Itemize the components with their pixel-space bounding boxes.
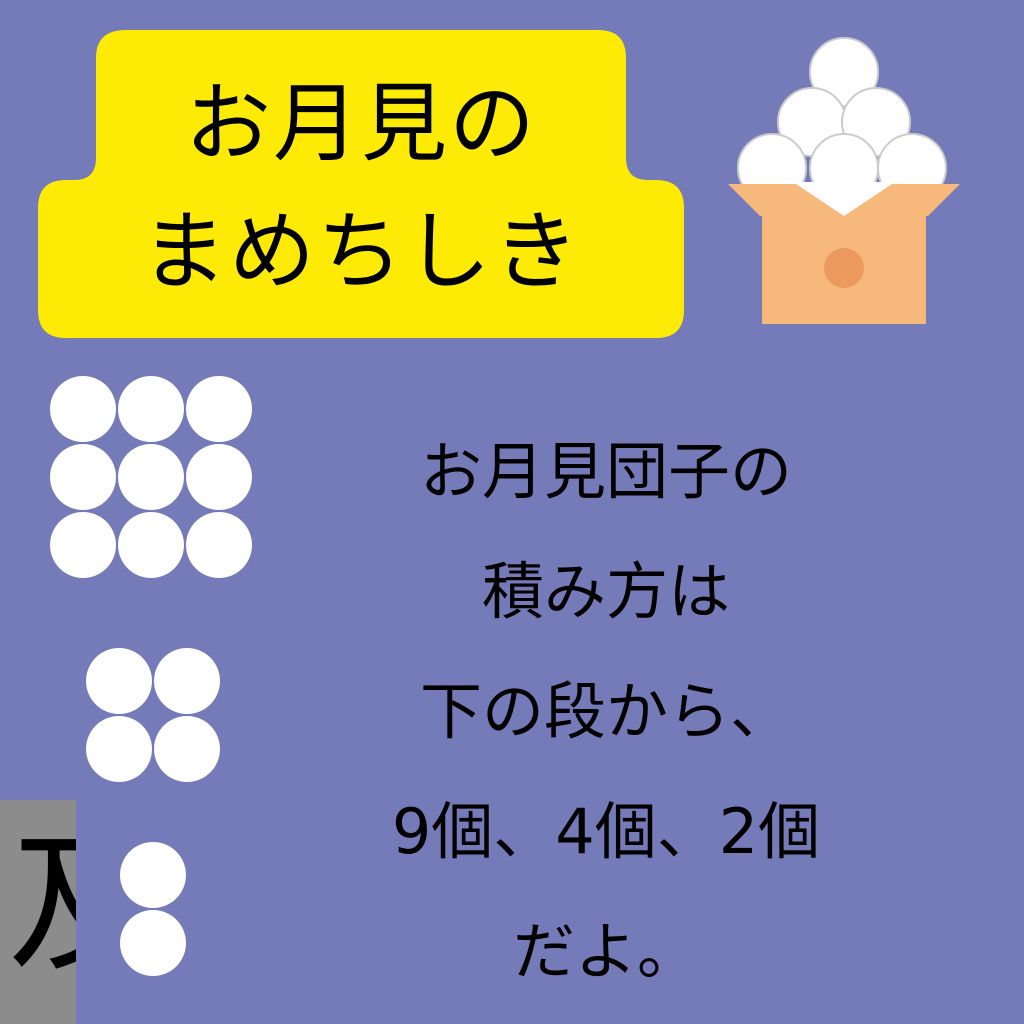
- explanation-line-1: お月見団子の: [419, 435, 792, 508]
- dango-ball: [118, 444, 184, 510]
- dango-ball: [118, 512, 184, 578]
- title-box: お月見の まめちしき: [38, 30, 684, 338]
- dango-ball: [154, 648, 220, 714]
- explanation-text: お月見団子の 積み方は 下の段から、 9個、4個、2個 だよ。: [300, 412, 912, 1012]
- explanation-line-5: だよ。: [512, 915, 699, 988]
- dango-ball: [86, 648, 152, 714]
- title-line-1: お月見の: [185, 74, 537, 174]
- explanation-line-4: 9個、4個、2個: [391, 795, 821, 868]
- dango-ball: [50, 512, 116, 578]
- edge-fragment-text: 及: [8, 816, 76, 996]
- title-line-2: まめちしき: [141, 202, 581, 302]
- dango-ball: [154, 716, 220, 782]
- dango-ball: [86, 716, 152, 782]
- dango-ball: [186, 376, 252, 442]
- dango-ball: [118, 376, 184, 442]
- dango-ball: [120, 910, 186, 976]
- explanation-line-2: 積み方は: [481, 555, 730, 628]
- dango-ball: [50, 444, 116, 510]
- dango-ball: [186, 512, 252, 578]
- edge-strip: 及: [0, 800, 76, 1024]
- explanation-line-3: 下の段から、: [419, 675, 792, 748]
- dango-ball: [120, 842, 186, 908]
- tsukimi-dango-icon: [722, 30, 966, 330]
- dango-ball: [50, 376, 116, 442]
- dango-ball: [186, 444, 252, 510]
